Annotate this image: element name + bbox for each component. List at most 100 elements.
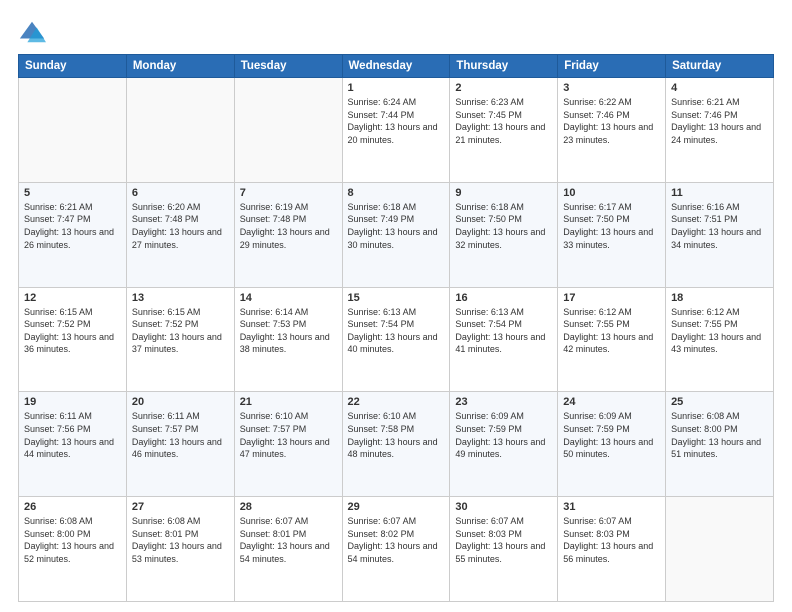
day-info: Sunrise: 6:07 AM Sunset: 8:01 PM Dayligh… [240,515,337,565]
day-cell: 14 Sunrise: 6:14 AM Sunset: 7:53 PM Dayli… [234,287,342,392]
day-number: 29 [348,501,445,513]
day-number: 1 [348,82,445,94]
day-cell: 6Sunrise: 6:20 AM Sunset: 7:48 PM Daylig… [126,182,234,287]
day-number: 25 [671,396,768,408]
day-number: 5 [24,187,121,199]
day-header-sunday: Sunday [19,55,127,78]
day-number: 19 [24,396,121,408]
day-cell: 19 Sunrise: 6:11 AM Sunset: 7:56 PM Dayli… [19,392,127,497]
week-row-4: 19 Sunrise: 6:11 AM Sunset: 7:56 PM Dayli… [19,392,774,497]
week-row-5: 26 Sunrise: 6:08 AM Sunset: 8:00 PM Dayli… [19,497,774,602]
day-number: 15 [348,292,445,304]
day-cell [234,78,342,183]
day-cell [126,78,234,183]
day-header-thursday: Thursday [450,55,558,78]
logo [18,18,48,46]
day-number: 20 [132,396,229,408]
day-number: 12 [24,292,121,304]
day-info: Sunrise: 6:15 AM Sunset: 7:52 PM Dayligh… [24,306,121,356]
day-info: Sunrise: 6:21 AM Sunset: 7:47 PM Dayligh… [24,201,121,251]
day-info: Sunrise: 6:13 AM Sunset: 7:54 PM Dayligh… [348,306,445,356]
day-cell: 16 Sunrise: 6:13 AM Sunset: 7:54 PM Dayli… [450,287,558,392]
day-info: Sunrise: 6:08 AM Sunset: 8:00 PM Dayligh… [24,515,121,565]
day-info: Sunrise: 6:10 AM Sunset: 7:57 PM Dayligh… [240,410,337,460]
day-cell: 10 Sunrise: 6:17 AM Sunset: 7:50 PM Dayli… [558,182,666,287]
day-info: Sunrise: 6:09 AM Sunset: 7:59 PM Dayligh… [455,410,552,460]
day-info: Sunrise: 6:11 AM Sunset: 7:57 PM Dayligh… [132,410,229,460]
week-row-2: 5 Sunrise: 6:21 AM Sunset: 7:47 PM Daylig… [19,182,774,287]
day-info: Sunrise: 6:12 AM Sunset: 7:55 PM Dayligh… [563,306,660,356]
day-number: 21 [240,396,337,408]
header [18,18,774,46]
day-number: 3 [563,82,660,94]
day-info: Sunrise: 6:16 AM Sunset: 7:51 PM Dayligh… [671,201,768,251]
day-cell: 4 Sunrise: 6:21 AM Sunset: 7:46 PM Daylig… [666,78,774,183]
day-info: Sunrise: 6:15 AM Sunset: 7:52 PM Dayligh… [132,306,229,356]
day-cell: 13 Sunrise: 6:15 AM Sunset: 7:52 PM Dayli… [126,287,234,392]
day-cell: 30Sunrise: 6:07 AM Sunset: 8:03 PM Dayli… [450,497,558,602]
day-info: Sunrise: 6:17 AM Sunset: 7:50 PM Dayligh… [563,201,660,251]
day-number: 6 [132,187,229,199]
day-info: Sunrise: 6:12 AM Sunset: 7:55 PM Dayligh… [671,306,768,356]
day-header-wednesday: Wednesday [342,55,450,78]
day-cell: 9Sunrise: 6:18 AM Sunset: 7:50 PM Daylig… [450,182,558,287]
day-cell [19,78,127,183]
day-number: 2 [455,82,552,94]
day-number: 30 [455,501,552,513]
day-cell: 20 Sunrise: 6:11 AM Sunset: 7:57 PM Dayli… [126,392,234,497]
day-cell: 27Sunrise: 6:08 AM Sunset: 8:01 PM Dayli… [126,497,234,602]
day-info: Sunrise: 6:18 AM Sunset: 7:49 PM Dayligh… [348,201,445,251]
day-number: 28 [240,501,337,513]
day-cell: 17Sunrise: 6:12 AM Sunset: 7:55 PM Dayli… [558,287,666,392]
day-info: Sunrise: 6:10 AM Sunset: 7:58 PM Dayligh… [348,410,445,460]
day-cell: 29 Sunrise: 6:07 AM Sunset: 8:02 PM Dayli… [342,497,450,602]
day-number: 31 [563,501,660,513]
day-cell: 12 Sunrise: 6:15 AM Sunset: 7:52 PM Dayli… [19,287,127,392]
day-number: 18 [671,292,768,304]
day-info: Sunrise: 6:07 AM Sunset: 8:02 PM Dayligh… [348,515,445,565]
day-number: 4 [671,82,768,94]
day-number: 14 [240,292,337,304]
day-cell: 22 Sunrise: 6:10 AM Sunset: 7:58 PM Dayli… [342,392,450,497]
week-row-3: 12 Sunrise: 6:15 AM Sunset: 7:52 PM Dayli… [19,287,774,392]
day-number: 22 [348,396,445,408]
day-cell: 21 Sunrise: 6:10 AM Sunset: 7:57 PM Dayli… [234,392,342,497]
day-info: Sunrise: 6:11 AM Sunset: 7:56 PM Dayligh… [24,410,121,460]
day-cell: 8Sunrise: 6:18 AM Sunset: 7:49 PM Daylig… [342,182,450,287]
day-header-tuesday: Tuesday [234,55,342,78]
day-number: 24 [563,396,660,408]
day-number: 16 [455,292,552,304]
day-header-friday: Friday [558,55,666,78]
day-header-monday: Monday [126,55,234,78]
day-info: Sunrise: 6:07 AM Sunset: 8:03 PM Dayligh… [563,515,660,565]
day-cell [666,497,774,602]
day-number: 10 [563,187,660,199]
day-info: Sunrise: 6:09 AM Sunset: 7:59 PM Dayligh… [563,410,660,460]
day-cell: 7Sunrise: 6:19 AM Sunset: 7:48 PM Daylig… [234,182,342,287]
day-number: 23 [455,396,552,408]
logo-icon [18,18,46,46]
day-info: Sunrise: 6:13 AM Sunset: 7:54 PM Dayligh… [455,306,552,356]
calendar-table: SundayMondayTuesdayWednesdayThursdayFrid… [18,54,774,602]
page: SundayMondayTuesdayWednesdayThursdayFrid… [0,0,792,612]
day-info: Sunrise: 6:19 AM Sunset: 7:48 PM Dayligh… [240,201,337,251]
day-cell: 28 Sunrise: 6:07 AM Sunset: 8:01 PM Dayli… [234,497,342,602]
day-cell: 5 Sunrise: 6:21 AM Sunset: 7:47 PM Daylig… [19,182,127,287]
day-info: Sunrise: 6:24 AM Sunset: 7:44 PM Dayligh… [348,96,445,146]
week-row-1: 1 Sunrise: 6:24 AM Sunset: 7:44 PM Daylig… [19,78,774,183]
day-cell: 15 Sunrise: 6:13 AM Sunset: 7:54 PM Dayli… [342,287,450,392]
day-cell: 18 Sunrise: 6:12 AM Sunset: 7:55 PM Dayli… [666,287,774,392]
day-info: Sunrise: 6:23 AM Sunset: 7:45 PM Dayligh… [455,96,552,146]
day-header-saturday: Saturday [666,55,774,78]
day-info: Sunrise: 6:08 AM Sunset: 8:00 PM Dayligh… [671,410,768,460]
day-info: Sunrise: 6:18 AM Sunset: 7:50 PM Dayligh… [455,201,552,251]
day-cell: 3Sunrise: 6:22 AM Sunset: 7:46 PM Daylig… [558,78,666,183]
header-row: SundayMondayTuesdayWednesdayThursdayFrid… [19,55,774,78]
day-cell: 25 Sunrise: 6:08 AM Sunset: 8:00 PM Dayli… [666,392,774,497]
day-number: 13 [132,292,229,304]
day-info: Sunrise: 6:14 AM Sunset: 7:53 PM Dayligh… [240,306,337,356]
day-cell: 2 Sunrise: 6:23 AM Sunset: 7:45 PM Daylig… [450,78,558,183]
day-info: Sunrise: 6:21 AM Sunset: 7:46 PM Dayligh… [671,96,768,146]
day-cell: 24 Sunrise: 6:09 AM Sunset: 7:59 PM Dayli… [558,392,666,497]
day-number: 26 [24,501,121,513]
